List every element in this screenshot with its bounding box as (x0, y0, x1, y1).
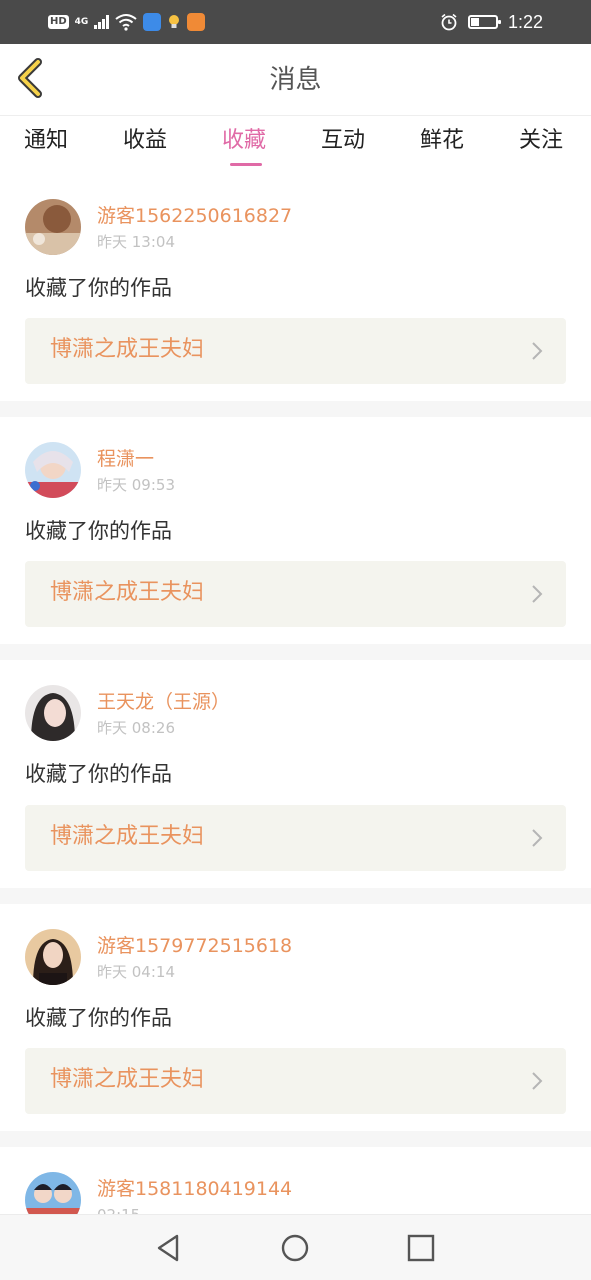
triangle-back-icon[interactable] (153, 1232, 185, 1264)
username[interactable]: 程潇一 (97, 447, 154, 471)
tab-bar: 通知 收益 收藏 互动 鲜花 关注 (0, 116, 591, 174)
timestamp: 02:15 (97, 1205, 140, 1214)
tab-interactions[interactable]: 互动 (321, 126, 365, 156)
list-item: 王天龙（王源） 昨天 08:26 收藏了你的作品 博潇之成王夫妇 (0, 660, 591, 888)
divider (0, 644, 591, 660)
app-header: 消息 (0, 44, 591, 116)
list-item: 游客1579772515618 昨天 04:14 收藏了你的作品 博潇之成王夫妇 (0, 904, 591, 1131)
avatar[interactable] (25, 199, 81, 255)
chevron-right-icon (532, 1072, 543, 1090)
chevron-right-icon (532, 585, 543, 603)
alarm-icon (441, 13, 457, 31)
circle-home-icon[interactable] (279, 1232, 311, 1264)
username[interactable]: 游客1581180419144 (97, 1177, 292, 1201)
work-title: 博潇之成王夫妇 (50, 337, 205, 362)
hd-badge: HD (48, 15, 69, 29)
square-recents-icon[interactable] (405, 1232, 437, 1264)
tab-favorites[interactable]: 收藏 (222, 126, 266, 156)
clock: 1:22 (507, 11, 543, 32)
tab-notifications[interactable]: 通知 (24, 126, 68, 156)
username[interactable]: 游客1579772515618 (97, 934, 292, 958)
list-item: 游客1581180419144 02:15 (0, 1147, 591, 1214)
activity-text: 收藏了你的作品 (25, 762, 172, 786)
tab-earnings[interactable]: 收益 (123, 126, 167, 156)
network-type: 4G (74, 17, 89, 27)
avatar[interactable] (25, 442, 81, 498)
divider (0, 401, 591, 417)
status-bar: HD 4G 1:22 (0, 0, 591, 44)
work-link[interactable]: 博潇之成王夫妇 (25, 805, 566, 871)
work-title: 博潇之成王夫妇 (50, 1067, 205, 1092)
list-item: 程潇一 昨天 09:53 收藏了你的作品 博潇之成王夫妇 (0, 417, 591, 644)
divider (0, 888, 591, 904)
battery-icon (467, 15, 501, 29)
tab-follows[interactable]: 关注 (519, 126, 563, 156)
signal-icon (94, 15, 110, 29)
divider (0, 1131, 591, 1147)
activity-text: 收藏了你的作品 (25, 276, 172, 300)
work-link[interactable]: 博潇之成王夫妇 (25, 1048, 566, 1114)
username[interactable]: 游客1562250616827 (97, 204, 292, 228)
wifi-icon (115, 14, 137, 31)
work-link[interactable]: 博潇之成王夫妇 (25, 561, 566, 627)
work-title: 博潇之成王夫妇 (50, 580, 205, 605)
status-right: 1:22 (440, 10, 543, 34)
tab-flowers[interactable]: 鲜花 (420, 126, 464, 156)
active-tab-indicator (230, 163, 262, 166)
timestamp: 昨天 13:04 (97, 233, 175, 251)
activity-text: 收藏了你的作品 (25, 1006, 172, 1030)
avatar[interactable] (25, 1172, 81, 1214)
list-item: 游客1562250616827 昨天 13:04 收藏了你的作品 博潇之成王夫妇 (0, 174, 591, 401)
work-link[interactable]: 博潇之成王夫妇 (25, 318, 566, 384)
work-title: 博潇之成王夫妇 (50, 824, 205, 849)
bulb-notification-icon (169, 15, 180, 28)
page-title: 消息 (269, 65, 322, 95)
chevron-right-icon (532, 829, 543, 847)
app-screen: HD 4G 1:22 消息 通知 收益 收藏 互动 鲜花 关注 游客156225… (0, 0, 591, 1280)
system-nav-bar (0, 1214, 591, 1280)
username[interactable]: 王天龙（王源） (97, 690, 230, 714)
activity-text: 收藏了你的作品 (25, 519, 172, 543)
app-notification-icon (143, 13, 162, 31)
avatar[interactable] (25, 685, 81, 741)
video-app-icon (187, 13, 206, 31)
chevron-right-icon (532, 342, 543, 360)
status-left: HD 4G (48, 10, 206, 34)
timestamp: 昨天 04:14 (97, 963, 175, 981)
timestamp: 昨天 08:26 (97, 719, 175, 737)
avatar[interactable] (25, 929, 81, 985)
timestamp: 昨天 09:53 (97, 476, 175, 494)
